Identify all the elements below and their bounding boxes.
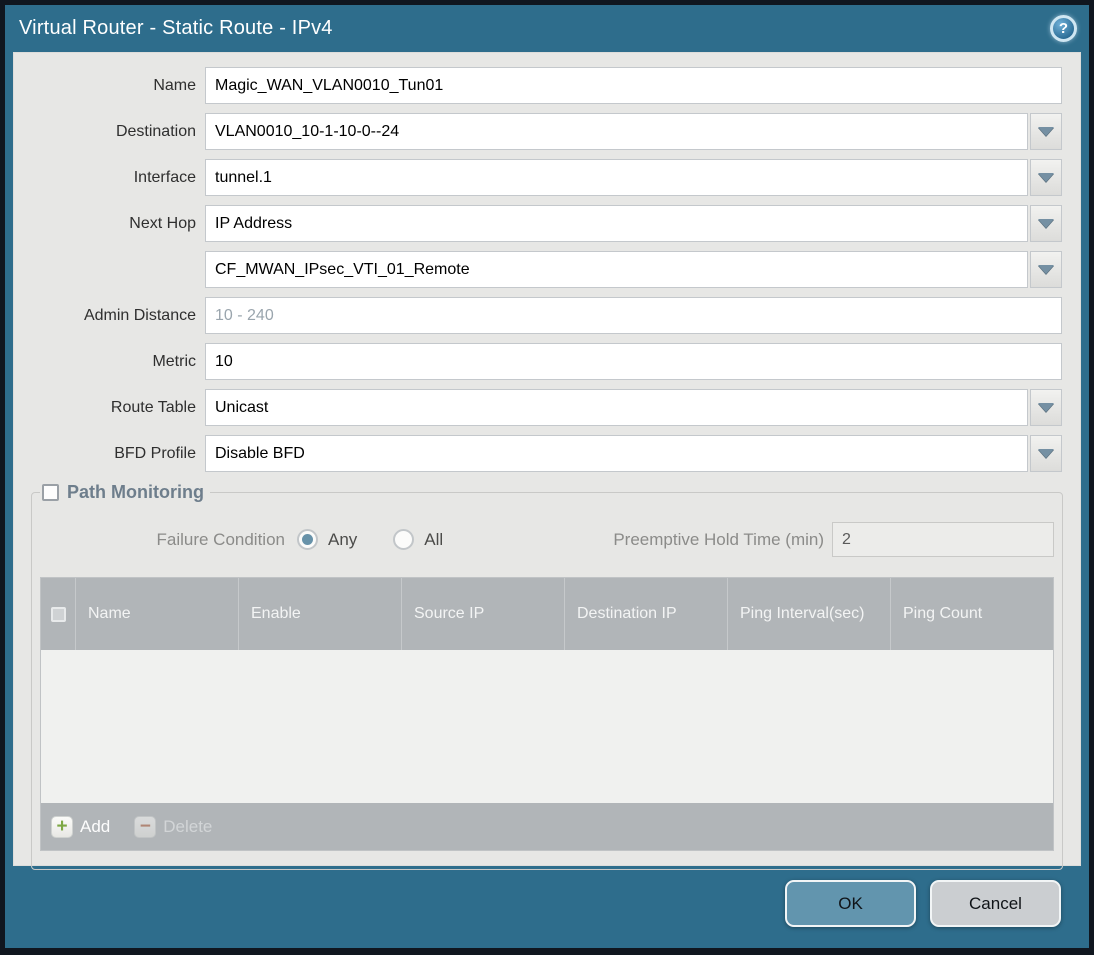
- name-label: Name: [153, 76, 196, 94]
- column-header-name[interactable]: Name: [75, 578, 238, 650]
- chevron-down-icon: [1038, 173, 1054, 182]
- chevron-down-icon: [1038, 127, 1054, 136]
- interface-input[interactable]: [205, 159, 1028, 196]
- column-header-source-ip[interactable]: Source IP: [401, 578, 564, 650]
- interface-dropdown-button[interactable]: [1030, 159, 1062, 196]
- destination-dropdown-button[interactable]: [1030, 113, 1062, 150]
- destination-input[interactable]: [205, 113, 1028, 150]
- dialog-window: Virtual Router - Static Route - IPv4 ? N…: [5, 5, 1089, 948]
- path-monitoring-legend: Path Monitoring: [40, 482, 210, 503]
- route-table-dropdown-button[interactable]: [1030, 389, 1062, 426]
- dialog-content: Name Destination Interface Next Hop: [13, 52, 1081, 870]
- next-hop-label: Next Hop: [129, 214, 196, 232]
- dialog-titlebar: Virtual Router - Static Route - IPv4 ?: [5, 5, 1089, 52]
- add-button-label: Add: [80, 816, 111, 836]
- form-row-admin-distance: Admin Distance: [14, 297, 1062, 334]
- select-all-checkbox[interactable]: [50, 606, 66, 622]
- preemptive-hold-time-input[interactable]: [832, 522, 1054, 557]
- cancel-button[interactable]: Cancel: [930, 880, 1061, 927]
- radio-any[interactable]: [297, 529, 318, 550]
- column-header-destination-ip[interactable]: Destination IP: [564, 578, 727, 650]
- metric-label: Metric: [152, 352, 196, 370]
- column-header-ping-interval[interactable]: Ping Interval(sec): [727, 578, 890, 650]
- preemptive-hold-time-label: Preemptive Hold Time (min): [613, 529, 824, 549]
- table-body-empty: [41, 650, 1053, 803]
- path-monitoring-table: Name Enable Source IP Destination IP Pin…: [40, 577, 1054, 851]
- interface-label: Interface: [133, 168, 196, 186]
- radio-any-label: Any: [328, 529, 358, 549]
- path-monitoring-checkbox[interactable]: [42, 484, 59, 501]
- table-header-row: Name Enable Source IP Destination IP Pin…: [41, 578, 1053, 650]
- admin-distance-label: Admin Distance: [83, 306, 196, 324]
- dialog-title: Virtual Router - Static Route - IPv4: [19, 17, 333, 39]
- form-row-interface: Interface: [14, 159, 1062, 196]
- form-row-next-hop: Next Hop: [14, 205, 1062, 242]
- radio-all-label: All: [424, 529, 444, 549]
- form-row-name: Name: [14, 67, 1062, 104]
- next-hop-type-input[interactable]: [205, 205, 1028, 242]
- failure-condition-label: Failure Condition: [156, 529, 285, 549]
- next-hop-dropdown-button[interactable]: [1030, 205, 1062, 242]
- bfd-profile-dropdown-button[interactable]: [1030, 435, 1062, 472]
- plus-icon: +: [51, 815, 73, 838]
- failure-condition-radio-group: Any All: [297, 529, 469, 550]
- form-row-metric: Metric: [14, 343, 1062, 380]
- admin-distance-input[interactable]: [205, 297, 1062, 334]
- path-monitoring-label: Path Monitoring: [67, 482, 204, 502]
- name-input[interactable]: [205, 67, 1062, 104]
- table-header-checkbox-cell: [41, 578, 75, 650]
- path-monitoring-section: Path Monitoring Failure Condition Any Al…: [31, 482, 1063, 870]
- bfd-profile-input[interactable]: [205, 435, 1028, 472]
- chevron-down-icon: [1038, 449, 1054, 458]
- next-hop-address-dropdown-button[interactable]: [1030, 251, 1062, 288]
- ok-button[interactable]: OK: [785, 880, 916, 927]
- chevron-down-icon: [1038, 265, 1054, 274]
- help-icon[interactable]: ?: [1050, 15, 1077, 42]
- failure-condition-row: Failure Condition Any All Preemptive Hol…: [40, 521, 1054, 558]
- metric-input[interactable]: [205, 343, 1062, 380]
- next-hop-address-input[interactable]: [205, 251, 1028, 288]
- form-row-route-table: Route Table: [14, 389, 1062, 426]
- delete-button-label: Delete: [163, 816, 213, 836]
- form-row-destination: Destination: [14, 113, 1062, 150]
- bfd-profile-label: BFD Profile: [114, 444, 196, 462]
- column-header-ping-count[interactable]: Ping Count: [890, 578, 1053, 650]
- column-header-enable[interactable]: Enable: [238, 578, 401, 650]
- dialog-footer: OK Cancel: [5, 866, 1089, 948]
- add-button[interactable]: + Add: [51, 815, 111, 838]
- table-footer-bar: + Add − Delete: [41, 803, 1053, 850]
- form-row-bfd-profile: BFD Profile: [14, 435, 1062, 472]
- chevron-down-icon: [1038, 219, 1054, 228]
- delete-button[interactable]: − Delete: [134, 815, 213, 838]
- radio-all[interactable]: [393, 529, 415, 550]
- form-row-next-hop-value: [14, 251, 1062, 288]
- chevron-down-icon: [1038, 403, 1054, 412]
- route-table-label: Route Table: [110, 398, 196, 416]
- route-table-input[interactable]: [205, 389, 1028, 426]
- minus-icon: −: [134, 815, 157, 838]
- destination-label: Destination: [115, 122, 196, 140]
